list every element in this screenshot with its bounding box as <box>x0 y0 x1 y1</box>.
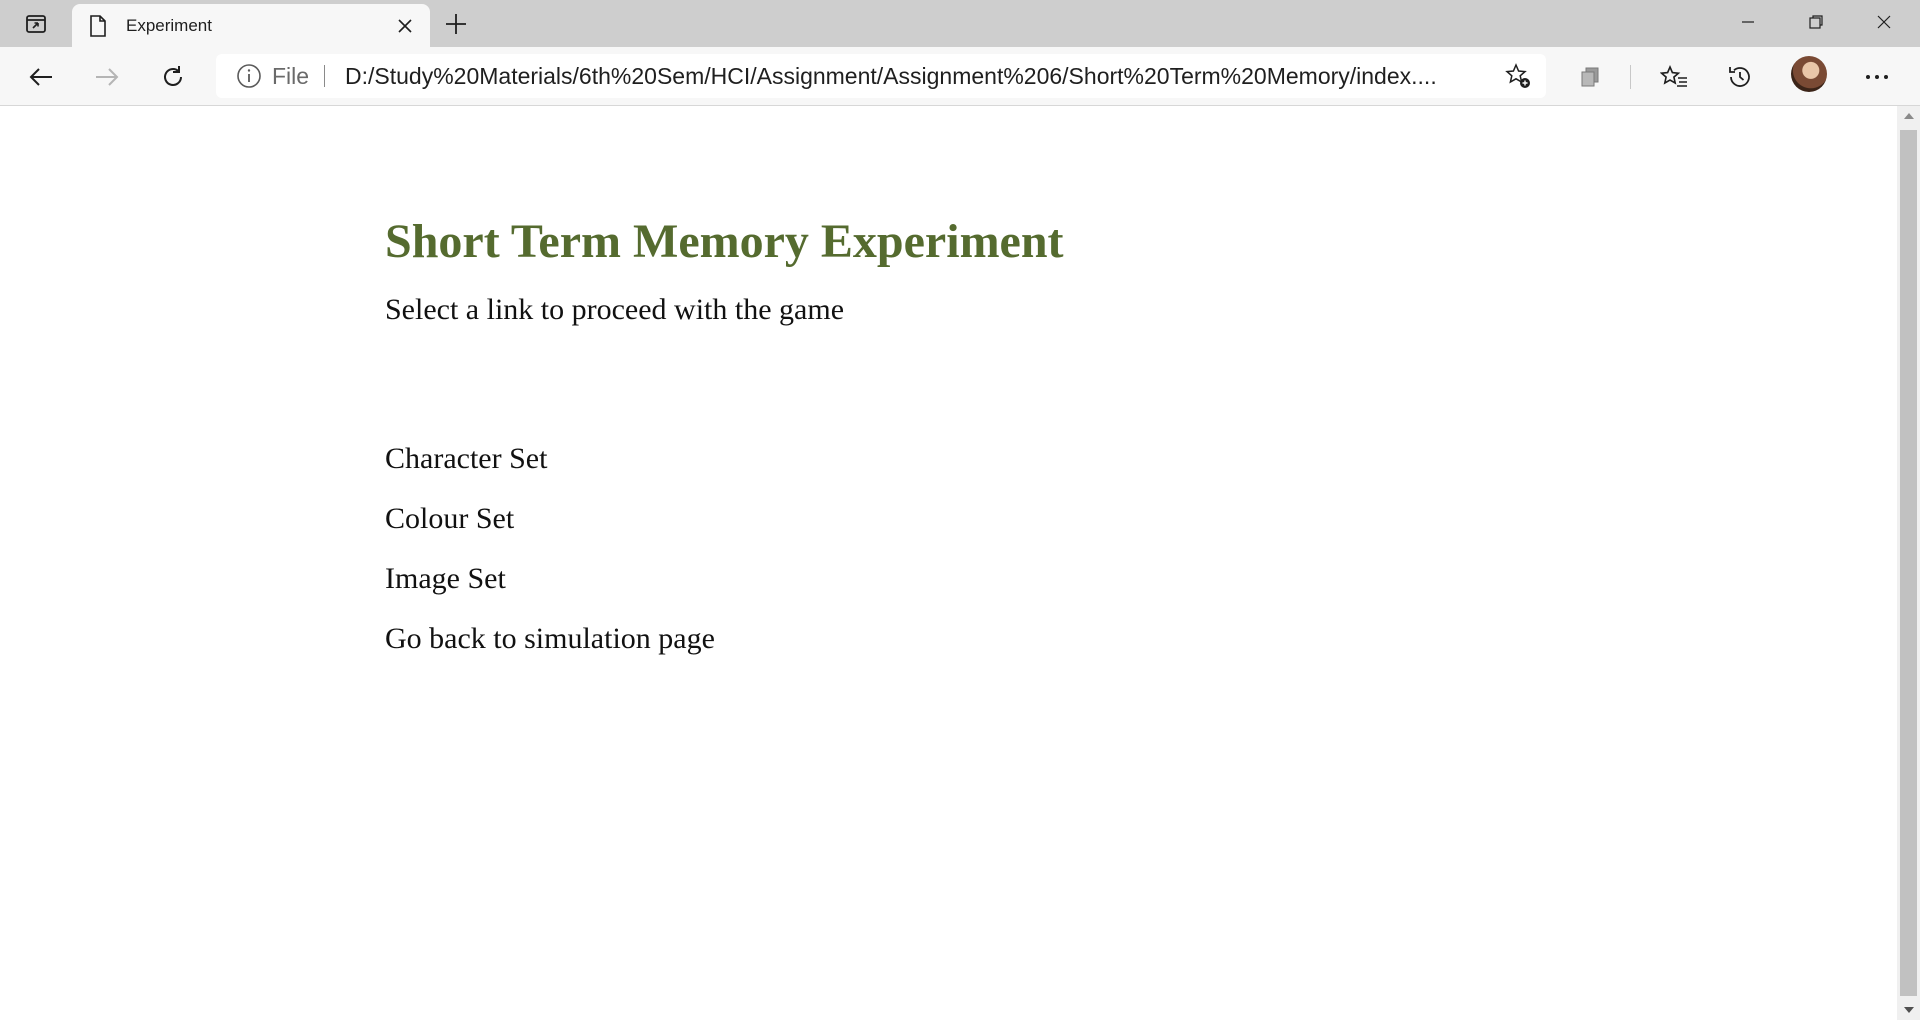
minimize-button[interactable] <box>1715 0 1781 44</box>
add-favorite-icon[interactable] <box>1504 62 1532 90</box>
back-button[interactable] <box>21 57 61 97</box>
colour-set-link[interactable]: Colour Set <box>385 502 715 562</box>
page-icon <box>90 15 106 37</box>
vertical-scrollbar[interactable] <box>1897 106 1920 1020</box>
address-bar[interactable]: File D:/Study%20Materials/6th%20Sem/HCI/… <box>216 54 1546 98</box>
refresh-button[interactable] <box>153 57 193 97</box>
restore-button[interactable] <box>1783 0 1849 44</box>
game-links-list: Character Set Colour Set Image Set Go ba… <box>385 442 715 682</box>
history-button[interactable] <box>1720 57 1760 97</box>
favorites-button[interactable] <box>1654 57 1694 97</box>
tab-actions-button[interactable] <box>0 0 72 47</box>
minimize-icon <box>1742 21 1754 23</box>
page-viewport: Short Term Memory Experiment Select a li… <box>0 106 1897 1020</box>
collections-button[interactable] <box>1570 57 1610 97</box>
plus-icon <box>446 14 466 34</box>
tab-close-button[interactable] <box>392 13 418 39</box>
close-icon <box>398 19 412 33</box>
history-icon <box>1729 67 1750 87</box>
triangle-up-icon <box>1903 113 1914 119</box>
new-tab-button[interactable] <box>440 8 472 40</box>
scroll-down-button[interactable] <box>1897 1000 1920 1020</box>
window-close-button[interactable] <box>1851 0 1917 44</box>
info-icon[interactable] <box>236 63 262 89</box>
triangle-down-icon <box>1903 1007 1914 1013</box>
profile-avatar[interactable] <box>1791 56 1827 92</box>
favorites-icon <box>1660 64 1687 87</box>
restore-icon <box>1809 15 1823 29</box>
url-text[interactable]: D:/Study%20Materials/6th%20Sem/HCI/Assig… <box>345 54 1485 98</box>
back-arrow-icon <box>29 68 52 86</box>
more-button[interactable] <box>1857 57 1897 97</box>
back-to-simulation-link[interactable]: Go back to simulation page <box>385 622 715 682</box>
page-subtitle: Select a link to proceed with the game <box>385 293 845 326</box>
forward-arrow-icon <box>96 68 119 86</box>
tab-actions-icon <box>26 14 46 33</box>
scroll-up-button[interactable] <box>1897 106 1920 126</box>
forward-button[interactable] <box>87 57 127 97</box>
more-icon <box>1866 75 1888 79</box>
address-separator <box>324 65 325 87</box>
tab-experiment[interactable]: Experiment <box>72 4 430 47</box>
close-icon <box>1877 15 1891 29</box>
browser-toolbar: File D:/Study%20Materials/6th%20Sem/HCI/… <box>0 47 1920 106</box>
scroll-thumb[interactable] <box>1900 130 1917 996</box>
image-set-link[interactable]: Image Set <box>385 562 715 622</box>
character-set-link[interactable]: Character Set <box>385 442 715 502</box>
refresh-icon <box>164 66 182 86</box>
page-title: Short Term Memory Experiment <box>385 215 1064 268</box>
toolbar-divider <box>1630 65 1631 89</box>
collections-icon <box>1581 67 1599 87</box>
url-scheme-label: File <box>272 63 310 89</box>
tab-strip: Experiment <box>0 0 1920 47</box>
tab-title: Experiment <box>126 16 212 35</box>
